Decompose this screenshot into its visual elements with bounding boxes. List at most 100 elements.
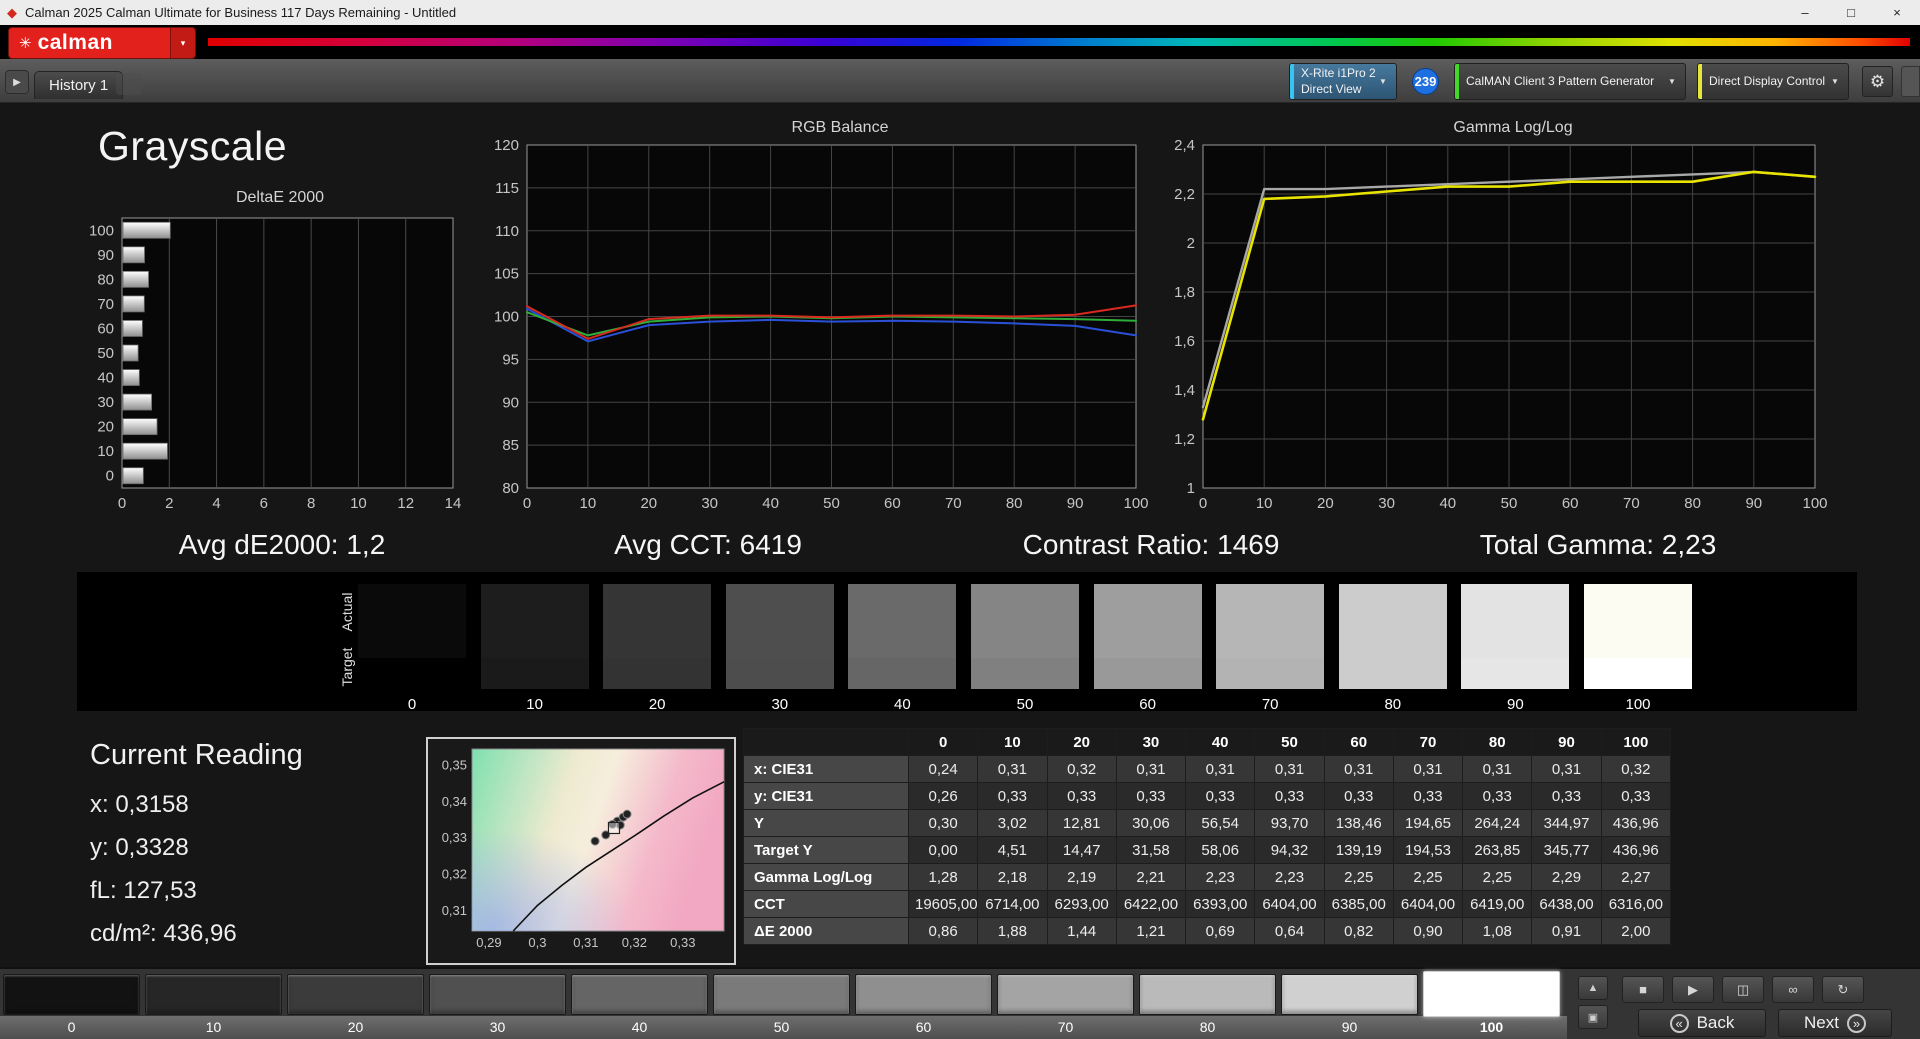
pattern-level-button-50[interactable] (713, 974, 850, 1015)
continuous-measure-button[interactable]: ∞ (1772, 976, 1814, 1003)
pattern-level-button-60[interactable] (855, 974, 992, 1015)
pattern-level-button-80[interactable] (1139, 974, 1276, 1015)
table-cell: 6419,00 (1462, 890, 1533, 918)
table-cell: 0,33 (1185, 782, 1256, 810)
table-cell: 14,47 (1046, 836, 1117, 864)
pattern-level-button-0[interactable] (3, 974, 140, 1015)
table-cell: 6404,00 (1392, 890, 1464, 918)
table-col-header: 30 (1115, 728, 1187, 756)
deltae-plot: 0 2 4 6 8 10 12 14 100 90 80 70 60 50 40 30 20 10 0 (80, 210, 480, 517)
svg-text:20: 20 (640, 495, 657, 512)
table-cell: 6293,00 (1046, 890, 1117, 918)
swatch-target-80 (1338, 658, 1447, 689)
table-cell: 1,28 (907, 863, 979, 891)
pattern-level-button-100[interactable] (1423, 971, 1560, 1017)
swatch-actual-0 (358, 584, 466, 658)
table-cell: 2,25 (1392, 863, 1464, 891)
pattern-level-button-40[interactable] (571, 974, 708, 1015)
back-button[interactable]: « Back (1638, 1009, 1766, 1037)
svg-text:1,8: 1,8 (1174, 284, 1195, 301)
tab-history-1[interactable]: History 1 (34, 71, 124, 99)
swatch-label-30: 30 (771, 696, 789, 713)
chevron-down-icon: ▼ (1831, 77, 1839, 86)
app-icon: ◆ (7, 5, 17, 20)
play-button[interactable]: ▶ (1672, 976, 1714, 1003)
swatch-actual-100 (1584, 584, 1692, 658)
swatch-label-60: 60 (1139, 696, 1156, 713)
current-reading-y: y: 0,3328 (90, 834, 189, 861)
table-cell: 3,02 (977, 809, 1048, 837)
svg-text:0: 0 (118, 495, 126, 512)
table-cell: 0,69 (1185, 917, 1256, 945)
pattern-level-label-30: 30 (489, 1019, 506, 1035)
svg-text:2: 2 (165, 495, 173, 512)
pattern-level-button-10[interactable] (145, 974, 282, 1015)
table-row: x: CIE31 0,24 0,31 0,32 0,31 0,31 0,31 0,31 0,31… (743, 755, 1672, 783)
display-control-dropdown[interactable]: Direct Display Control ▼ (1697, 63, 1849, 100)
table-cell: 0,33 (1600, 782, 1672, 810)
svg-text:40: 40 (97, 370, 114, 387)
table-cell: 0,33 (1531, 782, 1602, 810)
svg-text:0: 0 (106, 468, 114, 485)
table-cell: 0,33 (1254, 782, 1325, 810)
table-cell: 30,06 (1115, 809, 1187, 837)
pattern-level-button-30[interactable] (429, 974, 566, 1015)
cie-plot: 0,35 0,34 0,33 0,32 0,31 0,29 0,3 0,31 0,32 0,33 (428, 739, 734, 968)
gamma-chart-title: Gamma Log/Log (1453, 119, 1573, 136)
swatch-target-10 (480, 658, 589, 689)
swatch-label-80: 80 (1384, 696, 1402, 713)
toolbar-edge-button[interactable] (1901, 66, 1920, 97)
meter-dropdown[interactable]: X-Rite i1Pro 2 Direct View ▼ (1289, 63, 1397, 100)
pattern-generator-dropdown[interactable]: CalMAN Client 3 Pattern Generator ▼ (1454, 63, 1686, 100)
calman-logo[interactable]: ✳ calman ▾ (8, 27, 196, 59)
svg-text:100: 100 (1123, 495, 1148, 512)
svg-text:80: 80 (97, 271, 114, 288)
pattern-level-label-10: 10 (205, 1019, 222, 1035)
stop-button[interactable]: ■ (1622, 976, 1664, 1003)
refresh-button[interactable]: ↻ (1822, 976, 1864, 1003)
eject-icon-button[interactable]: ▲ (1578, 976, 1608, 1000)
maximize-button[interactable]: □ (1828, 0, 1874, 25)
save-button[interactable]: ◫ (1722, 976, 1764, 1003)
table-cell: 2,00 (1600, 917, 1672, 945)
table-cell: 6316,00 (1600, 890, 1672, 918)
calman-app-window: ◆ Calman 2025 Calman Ultimate for Busine… (0, 0, 1920, 1039)
table-row-label: ΔE 2000 (743, 917, 909, 945)
table-cell: 2,23 (1254, 863, 1325, 891)
svg-text:30: 30 (97, 394, 114, 411)
table-row-label: y: CIE31 (743, 782, 909, 810)
swatch-actual-70 (1216, 584, 1325, 658)
history-panel-toggle-button[interactable]: ▶ (5, 70, 29, 94)
next-button[interactable]: Next » (1778, 1009, 1892, 1037)
pattern-level-label-100: 100 (1479, 1019, 1504, 1035)
swatch-label-20: 20 (648, 696, 666, 713)
grayscale-swatch-70: 70 (1216, 584, 1325, 713)
pattern-level-button-20[interactable] (287, 974, 424, 1015)
table-row: Gamma Log/Log 1,28 2,18 2,19 2,21 2,23 2,23 2,2… (743, 863, 1672, 891)
new-tab-button[interactable] (116, 73, 142, 95)
table-cell: 56,54 (1185, 809, 1256, 837)
svg-text:10: 10 (580, 495, 597, 512)
calman-menu-arrow-icon[interactable]: ▾ (170, 28, 195, 58)
pattern-window-button[interactable]: ▣ (1578, 1005, 1608, 1029)
swatch-target-40 (848, 658, 957, 689)
settings-gear-button[interactable]: ⚙ (1862, 66, 1893, 97)
swatch-label-40: 40 (894, 696, 911, 713)
table-cell: 1,88 (977, 917, 1048, 945)
titlebar: ◆ Calman 2025 Calman Ultimate for Busine… (0, 0, 1920, 25)
stat-total-gamma: Total Gamma: 2,23 (1479, 529, 1717, 560)
minimize-button[interactable]: – (1782, 0, 1828, 25)
meter-count-badge[interactable]: 239 (1412, 68, 1439, 95)
pattern-level-button-90[interactable] (1281, 974, 1418, 1015)
svg-text:0,31: 0,31 (573, 935, 598, 950)
close-button[interactable]: × (1874, 0, 1920, 25)
stat-contrast-ratio: Contrast Ratio: 1469 (1022, 529, 1280, 560)
svg-text:115: 115 (495, 180, 519, 197)
display-control-label: Direct Display Control (1709, 73, 1826, 88)
pattern-level-label-20: 20 (347, 1019, 364, 1035)
table-col-header: 40 (1185, 728, 1256, 756)
swatch-label-90: 90 (1507, 696, 1524, 713)
table-cell: 2,18 (977, 863, 1048, 891)
table-cell: 0,31 (1254, 755, 1325, 783)
pattern-level-button-70[interactable] (997, 974, 1134, 1015)
